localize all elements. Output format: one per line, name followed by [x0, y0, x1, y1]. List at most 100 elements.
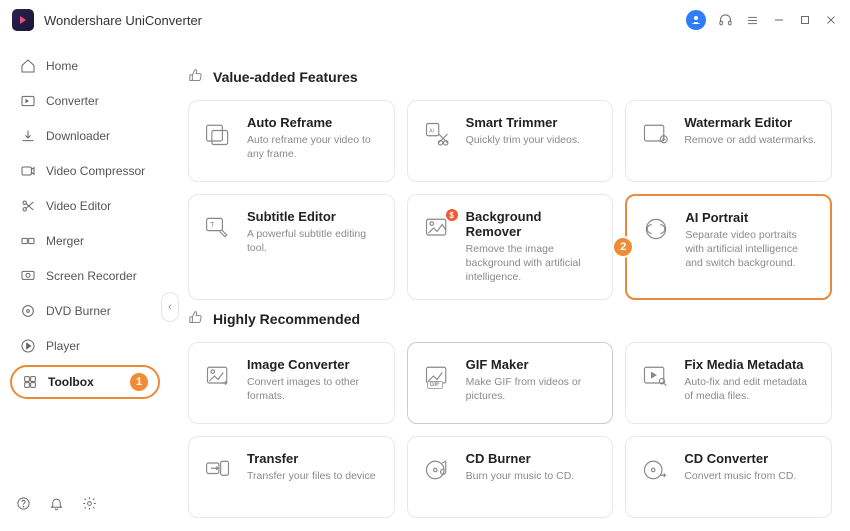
scissors-icon [20, 198, 36, 214]
thumb-up-icon [188, 310, 203, 328]
sidebar-item-player[interactable]: Player [10, 330, 160, 362]
sidebar-item-video-editor[interactable]: Video Editor [10, 190, 160, 222]
settings-icon[interactable] [82, 496, 97, 511]
card-cd-converter[interactable]: CD Converter Convert music from CD. [625, 436, 832, 518]
metadata-icon [640, 361, 670, 391]
content-area: Value-added Features Auto Reframe Auto re… [170, 40, 850, 531]
app-window: Wondershare UniConverter [0, 0, 850, 531]
sidebar-collapse-handle[interactable]: ‹ [161, 292, 179, 322]
card-watermark-editor[interactable]: Watermark Editor Remove or add watermarks… [625, 100, 832, 182]
sidebar-item-home[interactable]: Home [10, 50, 160, 82]
compressor-icon [20, 163, 36, 179]
card-title: AI Portrait [685, 210, 816, 225]
sidebar-item-label: Merger [46, 234, 84, 248]
cd-burner-icon [422, 455, 452, 485]
sidebar-item-label: Converter [46, 94, 99, 108]
dvd-icon [20, 303, 36, 319]
gif-maker-icon: GIF [422, 361, 452, 391]
card-title: Fix Media Metadata [684, 357, 817, 372]
card-smart-trimmer[interactable]: AI Smart Trimmer Quickly trim your videos… [407, 100, 614, 182]
subtitle-icon: T [203, 213, 233, 243]
card-cd-burner[interactable]: CD Burner Burn your music to CD. [407, 436, 614, 518]
step-badge: 2 [612, 236, 634, 258]
sidebar-item-toolbox[interactable]: Toolbox 1 [10, 365, 160, 399]
card-title: Auto Reframe [247, 115, 380, 130]
card-gif-maker[interactable]: GIF GIF Maker Make GIF from videos or pic… [407, 342, 614, 424]
home-icon [20, 58, 36, 74]
auto-reframe-icon [203, 119, 233, 149]
transfer-icon [203, 455, 233, 485]
support-icon[interactable] [718, 13, 733, 28]
sidebar-item-screen-recorder[interactable]: Screen Recorder [10, 260, 160, 292]
grid-value-added: Auto Reframe Auto reframe your video to a… [188, 100, 832, 300]
cd-converter-icon [640, 455, 670, 485]
card-ai-portrait[interactable]: 2 AI PortraitSeparate video portraits wi… [625, 194, 832, 300]
sidebar-footer [0, 486, 170, 521]
sidebar-item-converter[interactable]: Converter [10, 85, 160, 117]
section-header-recommended: Highly Recommended [188, 310, 832, 328]
card-desc: Auto reframe your video to any frame. [247, 133, 380, 161]
toolbox-icon [22, 374, 38, 390]
card-transfer[interactable]: Transfer Transfer your files to device [188, 436, 395, 518]
card-subtitle-editor[interactable]: T Subtitle EditorA powerful subtitle edi… [188, 194, 395, 300]
download-icon [20, 128, 36, 144]
card-title: Subtitle Editor [247, 209, 380, 224]
help-icon[interactable] [16, 496, 31, 511]
thumb-up-icon [188, 68, 203, 86]
card-image-converter[interactable]: Image ConverterConvert images to other f… [188, 342, 395, 424]
minimize-button[interactable] [772, 13, 786, 27]
smart-trimmer-icon: AI [422, 119, 452, 149]
card-title: Background Remover [466, 209, 599, 239]
sidebar-item-video-compressor[interactable]: Video Compressor [10, 155, 160, 187]
app-title: Wondershare UniConverter [44, 13, 202, 28]
bell-icon[interactable] [49, 496, 64, 511]
card-desc: Transfer your files to device [247, 469, 376, 483]
card-desc: Auto-fix and edit metadata of media file… [684, 375, 817, 403]
maximize-button[interactable] [798, 13, 812, 27]
ai-portrait-icon [641, 214, 671, 244]
price-badge: $ [446, 209, 458, 221]
nav-list: Home Converter Downloader Video Compress… [0, 50, 170, 402]
titlebar: Wondershare UniConverter [0, 0, 850, 40]
card-background-remover[interactable]: $ Background RemoverRemove the image bac… [407, 194, 614, 300]
sidebar-item-label: Video Compressor [46, 164, 145, 178]
card-desc: Make GIF from videos or pictures. [466, 375, 599, 403]
card-title: GIF Maker [466, 357, 599, 372]
card-desc: Convert music from CD. [684, 469, 796, 483]
player-icon [20, 338, 36, 354]
section-header-value-added: Value-added Features [188, 68, 832, 86]
sidebar: Home Converter Downloader Video Compress… [0, 40, 170, 531]
card-desc: Quickly trim your videos. [466, 133, 580, 147]
card-title: Transfer [247, 451, 376, 466]
merger-icon [20, 233, 36, 249]
card-title: Watermark Editor [684, 115, 816, 130]
user-avatar[interactable] [686, 10, 706, 30]
card-title: CD Converter [684, 451, 796, 466]
titlebar-right [686, 10, 838, 30]
card-desc: Remove or add watermarks. [684, 133, 816, 147]
menu-icon[interactable] [745, 13, 760, 28]
sidebar-item-downloader[interactable]: Downloader [10, 120, 160, 152]
card-desc: Remove the image background with artific… [466, 242, 599, 285]
close-button[interactable] [824, 13, 838, 27]
sidebar-item-merger[interactable]: Merger [10, 225, 160, 257]
converter-icon [20, 93, 36, 109]
watermark-icon [640, 119, 670, 149]
card-fix-media-metadata[interactable]: Fix Media Metadata Auto-fix and edit meta… [625, 342, 832, 424]
sidebar-item-label: Downloader [46, 129, 110, 143]
app-logo [12, 9, 34, 31]
card-title: CD Burner [466, 451, 575, 466]
svg-text:AI: AI [429, 128, 434, 134]
sidebar-item-label: DVD Burner [46, 304, 111, 318]
sidebar-item-dvd-burner[interactable]: DVD Burner [10, 295, 160, 327]
section-title: Value-added Features [213, 69, 358, 85]
card-desc: Burn your music to CD. [466, 469, 575, 483]
section-title: Highly Recommended [213, 311, 360, 327]
card-auto-reframe[interactable]: Auto Reframe Auto reframe your video to a… [188, 100, 395, 182]
sidebar-item-label: Player [46, 339, 80, 353]
grid-recommended: Image ConverterConvert images to other f… [188, 342, 832, 518]
sidebar-item-label: Video Editor [46, 199, 111, 213]
card-title: Smart Trimmer [466, 115, 580, 130]
svg-text:T: T [210, 222, 215, 229]
gif-glyph: GIF [427, 381, 443, 389]
